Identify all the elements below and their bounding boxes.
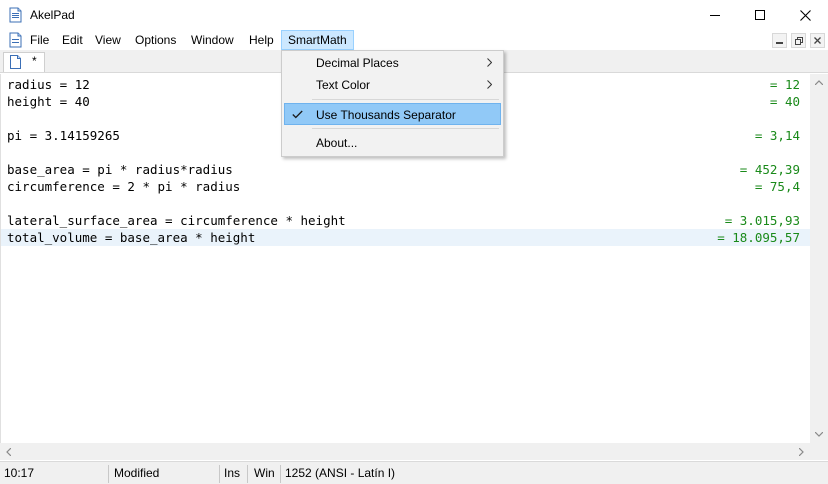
result-text: = 3.015,93 [724, 213, 800, 228]
status-insert-mode[interactable]: Ins [220, 462, 240, 484]
result-text: = 18.095,57 [717, 230, 800, 245]
menu-item-use-thousands-separator[interactable]: Use Thousands Separator [284, 103, 501, 125]
menu-bar: File Edit View Options Window Help Smart… [0, 30, 828, 50]
menu-smartmath[interactable]: SmartMath [281, 30, 354, 50]
status-bar: 10:17 Modified Ins Win 1252 (ANSI - Latí… [0, 461, 828, 484]
mdi-close-button[interactable] [810, 33, 825, 48]
result-text: = 75,4 [754, 179, 800, 194]
status-divider [108, 465, 109, 483]
menu-item-decimal-places[interactable]: Decimal Places [284, 52, 501, 74]
restore-icon [794, 36, 803, 45]
code-text: circumference = 2 * pi * radius [7, 179, 241, 194]
editor-line: base_area = pi * radius*radius = 452,39 [1, 161, 811, 178]
menu-edit[interactable]: Edit [56, 30, 89, 50]
mdi-minimize-button[interactable] [772, 33, 787, 48]
menu-item-label: Text Color [316, 78, 371, 92]
akelpad-app-icon [9, 7, 22, 23]
menu-window[interactable]: Window [185, 30, 240, 50]
menu-view[interactable]: View [89, 30, 127, 50]
title-bar: AkelPad [0, 0, 828, 30]
tab-label: * [32, 54, 37, 68]
code-text: pi = 3.14159265 [7, 128, 120, 143]
checkmark-icon [292, 110, 303, 119]
status-modified: Modified [114, 466, 160, 480]
code-text: lateral_surface_area = circumference * h… [7, 213, 346, 228]
menu-item-text-color[interactable]: Text Color [284, 74, 501, 96]
menu-item-label: Decimal Places [316, 56, 399, 70]
menu-item-label: About... [316, 136, 358, 150]
status-divider [247, 465, 248, 483]
code-text: total_volume = base_area * height [7, 230, 256, 245]
editor-line-current: total_volume = base_area * height = 18.0… [1, 229, 811, 246]
menu-item-about[interactable]: About... [284, 132, 501, 154]
vertical-scrollbar[interactable] [810, 74, 828, 443]
mdi-restore-button[interactable] [791, 33, 806, 48]
scroll-down-arrow-icon[interactable] [810, 426, 828, 443]
result-text: = 452,39 [739, 162, 800, 177]
minimize-icon [776, 42, 783, 44]
scroll-left-arrow-icon[interactable] [0, 443, 17, 460]
maximize-icon [755, 10, 765, 20]
menu-file[interactable]: File [24, 30, 55, 50]
tab-document[interactable]: * [3, 52, 45, 72]
minimize-icon [710, 15, 720, 16]
document-icon [10, 55, 21, 69]
close-icon [814, 37, 821, 44]
result-text: = 12 [769, 77, 800, 92]
status-position: 10:17 [4, 466, 35, 480]
document-icon [9, 32, 22, 48]
menu-item-label: Use Thousands Separator [316, 108, 456, 122]
maximize-button[interactable] [737, 0, 783, 30]
chevron-right-icon [487, 80, 492, 89]
scroll-corner [810, 443, 828, 460]
result-text: = 40 [769, 94, 800, 109]
menu-options[interactable]: Options [129, 30, 182, 50]
code-text: radius = 12 [7, 77, 90, 92]
menu-separator [312, 128, 499, 129]
menu-separator [312, 99, 499, 100]
editor-line: circumference = 2 * pi * radius = 75,4 [1, 178, 811, 195]
close-icon [799, 9, 811, 21]
chevron-right-icon [487, 58, 492, 67]
result-text: = 3,14 [754, 128, 800, 143]
code-text: base_area = pi * radius*radius [7, 162, 233, 177]
code-text: height = 40 [7, 94, 90, 109]
editor-line: lateral_surface_area = circumference * h… [1, 212, 811, 229]
close-button[interactable] [782, 0, 828, 30]
menu-help[interactable]: Help [243, 30, 280, 50]
horizontal-scrollbar[interactable] [0, 443, 810, 460]
window-title: AkelPad [30, 8, 75, 22]
scroll-up-arrow-icon[interactable] [810, 74, 828, 91]
smartmath-dropdown-menu: Decimal Places Text Color Use Thousands … [281, 50, 504, 157]
status-encoding[interactable]: 1252 (ANSI - Latín I) [281, 462, 395, 484]
minimize-button[interactable] [692, 0, 738, 30]
scroll-right-arrow-icon[interactable] [793, 443, 810, 460]
status-newline[interactable]: Win [250, 462, 275, 484]
